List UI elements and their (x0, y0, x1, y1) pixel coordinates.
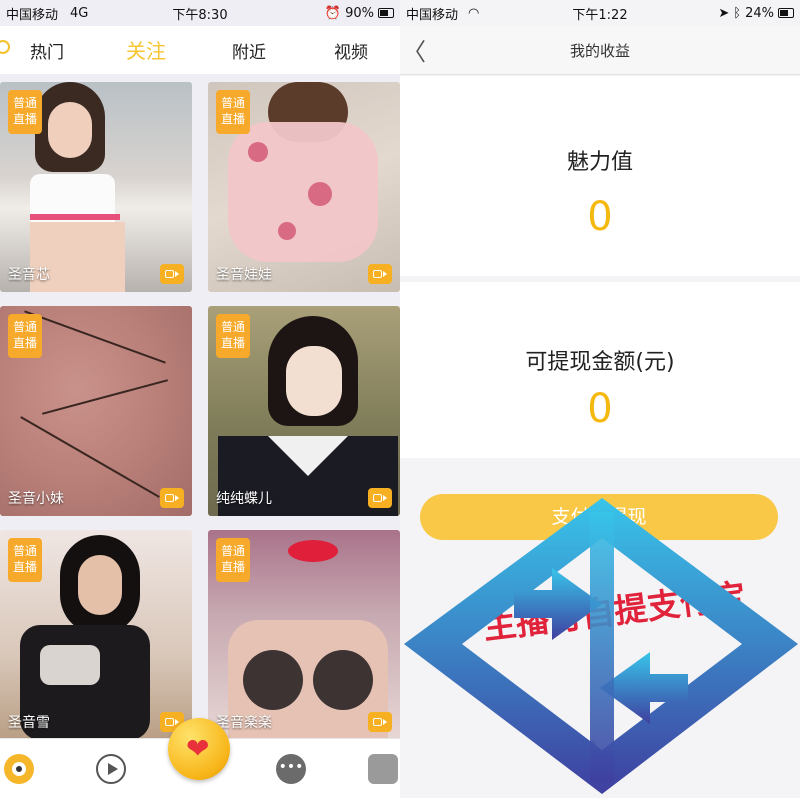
play-icon[interactable] (96, 754, 126, 784)
video-camera-icon (160, 488, 184, 508)
network-label: 4G (70, 5, 89, 21)
stream-card[interactable]: 普通直播 纯纯蝶儿 (208, 306, 400, 516)
robot-icon[interactable] (368, 754, 398, 784)
chat-icon[interactable]: ••• (276, 754, 306, 784)
video-camera-icon (368, 264, 392, 284)
status-bar: 中国移动 4G 下午8:30 ⏰ 90% (0, 0, 400, 26)
search-icon[interactable] (0, 40, 10, 54)
battery-icon (778, 8, 794, 18)
streamer-name: 圣音芯 (8, 267, 50, 283)
charm-section: 魅力值 0 (400, 76, 800, 276)
alarm-icon: ⏰ (324, 5, 342, 21)
top-tabs: 热门 关注 附近 视频 (0, 26, 400, 74)
streamer-name: 纯纯蝶儿 (216, 491, 272, 507)
withdrawable-section: 可提现金额(元) 0 (400, 282, 800, 458)
stream-card[interactable]: 普通直播 圣音芯 (0, 82, 192, 292)
live-type-badge: 普通直播 (8, 538, 42, 582)
live-type-badge: 普通直播 (216, 90, 250, 134)
status-bar: 中国移动 ◠ 下午1:22 ➤ ᛒ 24% (400, 0, 800, 26)
video-camera-icon (368, 712, 392, 732)
tab-hot[interactable]: 热门 (30, 38, 64, 63)
battery-percent: 24% (745, 5, 774, 21)
carrier-label: 中国移动 (6, 7, 59, 23)
nav-header: 〈 我的收益 (400, 26, 800, 75)
carrier-label: 中国移动 (406, 7, 459, 23)
streamer-name: 圣音楽楽 (216, 715, 272, 731)
stream-card[interactable]: 普通直播 圣音楽楽 (208, 530, 400, 740)
heart-icon: ❤ (186, 732, 210, 765)
wifi-icon: ◠ (468, 5, 480, 21)
streamer-name: 圣音娃娃 (216, 267, 272, 283)
withdrawable-label: 可提现金额(元) (525, 350, 675, 375)
battery-percent: 90% (345, 5, 374, 21)
video-camera-icon (160, 264, 184, 284)
charm-value: 0 (587, 194, 613, 240)
live-list-screen: 中国移动 4G 下午8:30 ⏰ 90% 热门 关注 附近 视频 普通直播 圣音… (0, 0, 400, 798)
tab-follow[interactable]: 关注 (126, 35, 166, 64)
video-camera-icon (368, 488, 392, 508)
watermark-logo (404, 498, 798, 794)
page-title: 我的收益 (569, 42, 630, 60)
home-icon[interactable] (4, 754, 34, 784)
live-type-badge: 普通直播 (216, 538, 250, 582)
streamer-name: 圣音雪 (8, 715, 50, 731)
stream-card[interactable]: 普通直播 圣音娃娃 (208, 82, 400, 292)
tab-nearby[interactable]: 附近 (232, 38, 266, 63)
location-icon: ➤ (718, 5, 730, 21)
charm-label: 魅力值 (566, 150, 633, 175)
stream-card[interactable]: 普通直播 圣音雪 (0, 530, 192, 740)
streamer-name: 圣音小妹 (8, 491, 64, 507)
live-type-badge: 普通直播 (8, 90, 42, 134)
start-live-button[interactable]: ❤ (168, 718, 230, 780)
stream-card[interactable]: 普通直播 圣音小妹 (0, 306, 192, 516)
live-type-badge: 普通直播 (8, 314, 42, 358)
tab-video[interactable]: 视频 (334, 38, 368, 63)
live-type-badge: 普通直播 (216, 314, 250, 358)
bluetooth-icon: ᛒ (733, 5, 742, 21)
withdrawable-value: 0 (587, 386, 613, 432)
battery-icon (378, 8, 394, 18)
